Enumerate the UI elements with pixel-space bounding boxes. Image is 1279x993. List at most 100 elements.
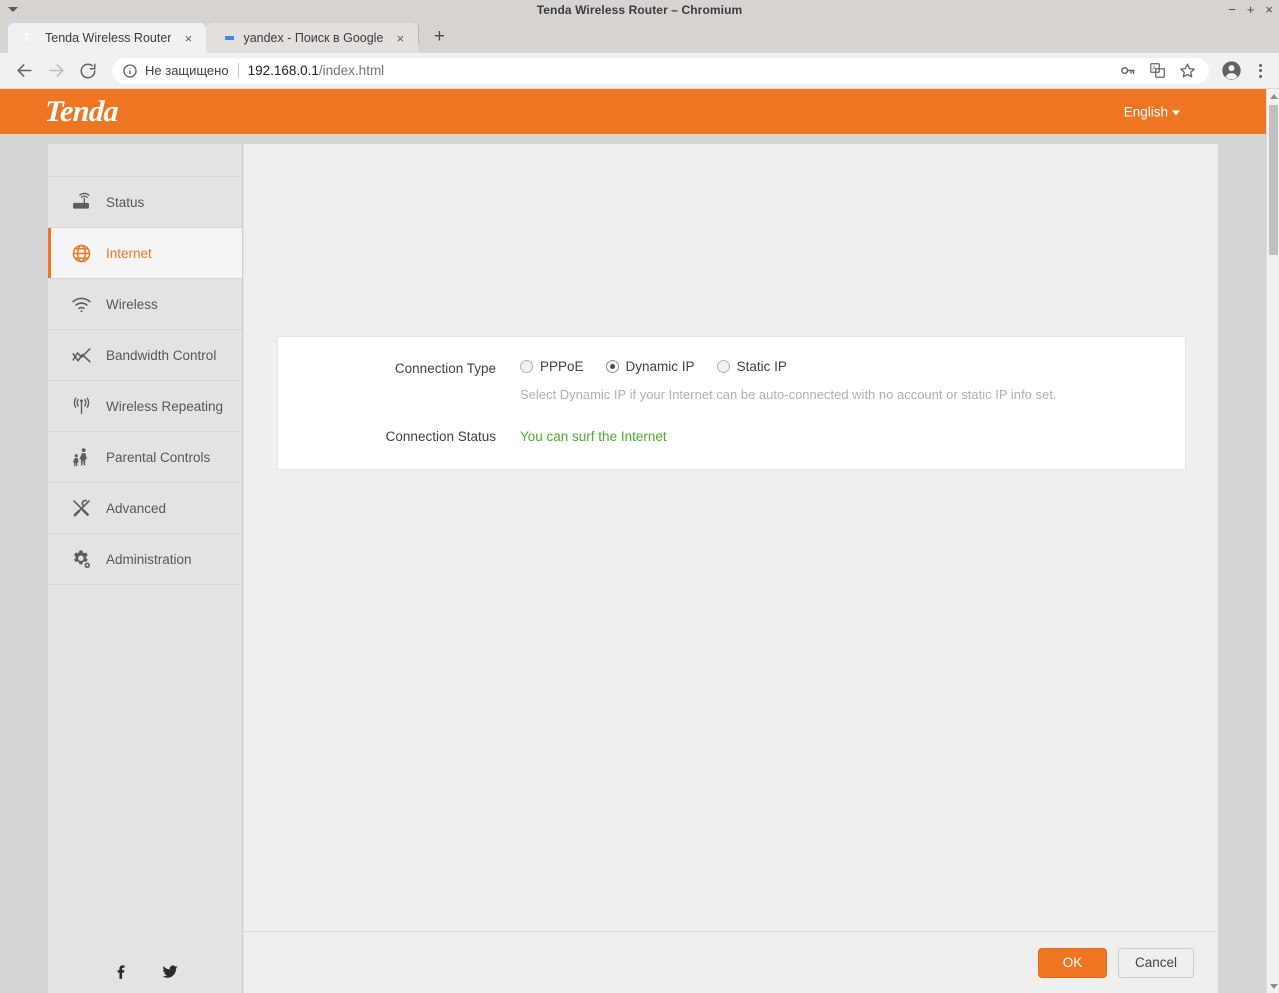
radio-label: Static IP	[736, 359, 787, 374]
profile-avatar-icon[interactable]	[1217, 57, 1245, 85]
sidebar-item-label: Bandwidth Control	[106, 347, 217, 363]
close-icon[interactable]: ×	[180, 32, 196, 45]
sidebar-item-status[interactable]: Status	[48, 177, 242, 228]
router-icon	[70, 191, 92, 213]
internet-settings-card: Connection Type PPPoE Dynamic IP Static …	[277, 336, 1186, 470]
tab-strip: Tenda Wireless Router × yandex - Поиск в…	[0, 19, 1279, 53]
omnibox-actions: A	[1119, 62, 1205, 79]
sidebar-item-label: Internet	[106, 245, 152, 261]
language-label: English	[1123, 104, 1168, 119]
radio-label: Dynamic IP	[625, 359, 695, 374]
connection-type-label: Connection Type	[394, 361, 496, 376]
radio-button[interactable]	[520, 360, 533, 373]
url-host: 192.168.0.1	[247, 63, 319, 78]
parent-child-icon	[70, 446, 92, 468]
scrollbar-thumb[interactable]	[1269, 105, 1278, 255]
radio-option-dynamic-ip[interactable]: Dynamic IP	[605, 359, 695, 374]
maximize-button[interactable]: +	[1247, 3, 1255, 16]
new-tab-button[interactable]: +	[425, 23, 453, 51]
sidebar-item-label: Wireless Repeating	[106, 398, 224, 414]
page-scrollbar-vertical[interactable]	[1266, 89, 1279, 993]
browser-toolbar: Не защищено 192.168.0.1/index.html A	[0, 53, 1279, 89]
tenda-icon	[20, 30, 36, 46]
antenna-icon	[70, 395, 92, 417]
radio-label: PPPoE	[540, 359, 584, 374]
connection-type-row: Connection Type PPPoE Dynamic IP Static …	[278, 337, 1185, 405]
radio-button[interactable]	[716, 360, 730, 373]
address-bar[interactable]: Не защищено 192.168.0.1/index.html A	[112, 57, 1209, 84]
sidebar-item-parental-controls[interactable]: Parental Controls	[48, 432, 242, 483]
url-text: 192.168.0.1/index.html	[248, 63, 385, 78]
svg-text:A: A	[1152, 66, 1156, 72]
key-icon[interactable]	[1119, 62, 1136, 79]
wifi-icon	[70, 293, 92, 315]
cancel-button[interactable]: Cancel	[1117, 947, 1194, 978]
sidebar-item-wireless-repeating[interactable]: Wireless Repeating	[48, 381, 242, 432]
sidebar-item-label: Parental Controls	[106, 449, 211, 465]
tab-title: Tenda Wireless Router	[45, 31, 172, 45]
back-arrow-icon[interactable]	[8, 55, 40, 87]
gear-icon	[70, 548, 92, 570]
radio-option-pppoe[interactable]: PPPoE	[520, 359, 584, 374]
sidebar-item-wireless[interactable]: Wireless	[48, 279, 242, 330]
facebook-icon[interactable]	[113, 963, 131, 981]
page-body: Status Internet Wireless Bandwidth Contr…	[0, 134, 1266, 993]
close-icon[interactable]: ×	[392, 32, 408, 45]
sidebar-item-bandwidth-control[interactable]: Bandwidth Control	[48, 330, 242, 381]
window-title: Tenda Wireless Router – Chromium	[536, 2, 743, 17]
scroll-down-arrow-icon[interactable]	[1267, 979, 1279, 993]
sidebar-item-administration[interactable]: Administration	[48, 534, 242, 585]
social-links	[48, 963, 243, 981]
sidebar-item-label: Wireless	[106, 296, 158, 312]
connection-type-radio-group: PPPoE Dynamic IP Static IP	[520, 359, 1155, 374]
scroll-up-arrow-icon[interactable]	[1267, 89, 1279, 103]
window-controls: − + ×	[1228, 0, 1273, 19]
content-area: Connection Type PPPoE Dynamic IP Static …	[243, 144, 1219, 993]
title-bar: Tenda Wireless Router – Chromium − + ×	[0, 0, 1279, 19]
connection-type-body: PPPoE Dynamic IP Static IP Select Dynami…	[520, 359, 1185, 405]
globe-icon	[70, 242, 92, 264]
sidebar-item-label: Administration	[106, 551, 192, 567]
chromium-window: Tenda Wireless Router – Chromium − + × T…	[0, 0, 1279, 993]
tenda-router-page: Tenda English Status Internet Wireless B…	[0, 89, 1266, 993]
sidebar-item-internet[interactable]: Internet	[48, 228, 242, 279]
tab-tenda-wireless-router[interactable]: Tenda Wireless Router ×	[8, 23, 207, 53]
sidebar-item-label: Status	[106, 194, 145, 210]
tab-yandex-google-search[interactable]: yandex - Поиск в Google ×	[206, 23, 419, 53]
chevron-down-icon	[1172, 110, 1180, 115]
sidebar-item-label: Advanced	[106, 500, 167, 516]
window-menu-caret-icon[interactable]	[8, 7, 18, 12]
url-path: /index.html	[318, 63, 385, 78]
connection-type-hint: Select Dynamic IP if your Internet can b…	[520, 387, 1057, 402]
reload-icon[interactable]	[72, 55, 104, 87]
page-viewport: Tenda English Status Internet Wireless B…	[0, 89, 1279, 993]
form-actions-footer: OK Cancel	[244, 931, 1219, 993]
language-selector[interactable]: English	[1124, 104, 1180, 119]
security-status-text: Не защищено	[145, 63, 229, 78]
radio-option-static-ip[interactable]: Static IP	[716, 359, 787, 374]
sidebar-header-spacer	[48, 144, 242, 177]
sidebar-item-advanced[interactable]: Advanced	[48, 483, 242, 534]
google-icon	[218, 30, 234, 46]
sidebar-nav: Status Internet Wireless Bandwidth Contr…	[48, 144, 243, 993]
tenda-logo[interactable]: Tenda	[44, 95, 119, 129]
star-icon[interactable]	[1179, 62, 1196, 79]
tab-title: yandex - Поиск в Google	[243, 31, 384, 45]
translate-icon[interactable]: A	[1149, 62, 1166, 79]
connection-status-label: Connection Status	[385, 429, 496, 444]
twitter-icon[interactable]	[161, 963, 179, 981]
connection-status-body: You can surf the Internet	[520, 427, 1185, 447]
minimize-button[interactable]: −	[1228, 3, 1236, 16]
connection-status-row: Connection Status You can surf the Inter…	[278, 405, 1185, 469]
forward-arrow-icon[interactable]	[40, 55, 72, 87]
chart-line-icon	[70, 344, 92, 366]
radio-button-selected[interactable]	[605, 360, 619, 373]
tools-icon	[70, 497, 92, 519]
tab-divider	[418, 25, 420, 43]
three-dot-menu-icon[interactable]	[1249, 57, 1271, 85]
close-button[interactable]: ×	[1265, 3, 1273, 16]
ok-button[interactable]: OK	[1037, 947, 1107, 978]
info-circle-icon[interactable]	[122, 63, 138, 79]
tenda-brand-header: Tenda English	[0, 89, 1266, 134]
toolbar-right-group	[1215, 57, 1271, 85]
